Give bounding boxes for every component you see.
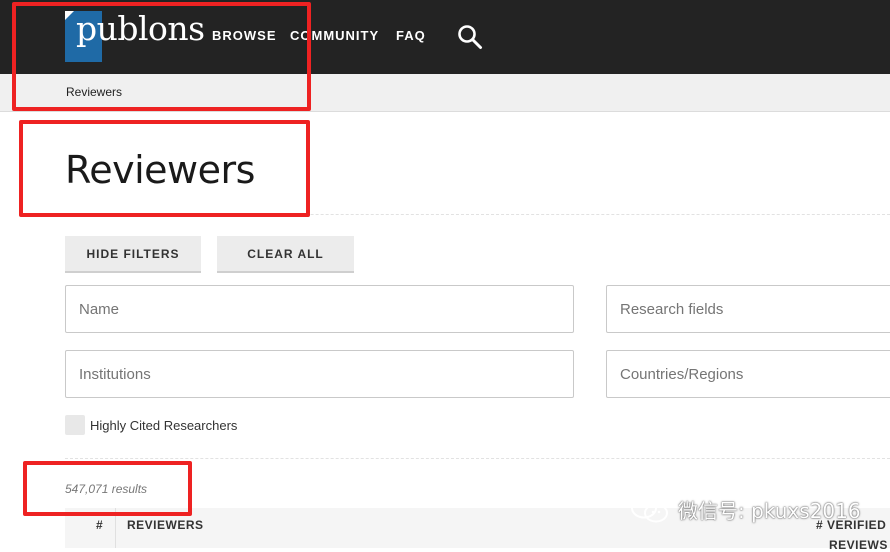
rank-column-header[interactable]: #	[96, 518, 103, 532]
search-icon[interactable]	[457, 24, 483, 50]
nav-faq[interactable]: FAQ	[396, 28, 426, 44]
research-fields-filter-input[interactable]	[606, 285, 890, 333]
watermark-text: 微信号: pkuxs2016	[678, 499, 861, 523]
hide-filters-button[interactable]: HIDE FILTERS	[65, 236, 201, 273]
name-filter-input[interactable]	[65, 285, 574, 333]
annotation-box-results	[23, 461, 192, 516]
wechat-watermark: 微信号: pkuxs2016	[630, 495, 861, 524]
highly-cited-checkbox[interactable]	[65, 415, 85, 435]
clear-all-button[interactable]: CLEAR ALL	[217, 236, 354, 273]
filters-divider	[65, 458, 890, 459]
reviewers-column-header[interactable]: REVIEWERS	[127, 518, 204, 532]
wechat-icon	[631, 497, 668, 522]
annotation-box-title	[19, 120, 310, 217]
countries-regions-filter-input[interactable]	[606, 350, 890, 398]
verified-reviews-column-header-line2: REVIEWS	[829, 538, 888, 552]
highly-cited-label[interactable]: Highly Cited Researchers	[90, 418, 237, 433]
institutions-filter-input[interactable]	[65, 350, 574, 398]
annotation-box-logo-nav	[12, 2, 311, 111]
